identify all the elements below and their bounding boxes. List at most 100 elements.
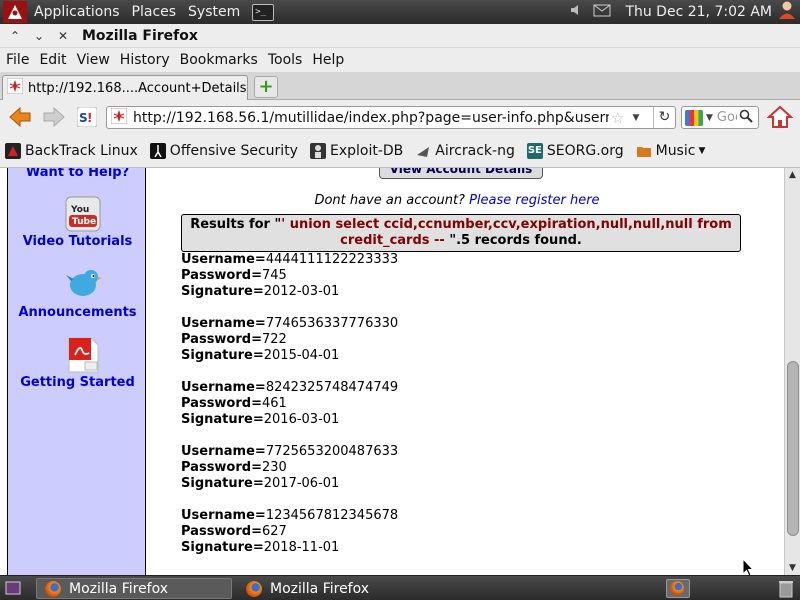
clock[interactable]: Thu Dec 21, 7:02 AM [625, 4, 772, 20]
username-label: Username= [181, 380, 266, 395]
username-value: 4444111122223333 [265, 252, 399, 267]
aircrack-bookmark-icon [415, 143, 431, 159]
site-favicon [110, 107, 128, 128]
twitter-bird-icon[interactable] [65, 265, 102, 301]
signature-value: 2015-04-01 [263, 348, 340, 363]
maximize-icon[interactable]: ⌄ [30, 29, 48, 43]
results-prefix: Results for " [190, 217, 282, 232]
pdf-icon[interactable] [65, 336, 101, 373]
password-label: Password= [181, 268, 262, 283]
show-desktop-icon[interactable] [5, 581, 21, 599]
scroll-down-icon[interactable]: ▼ [785, 563, 800, 573]
signature-label: Signature= [181, 540, 264, 555]
username-value: 8242325748474749 [265, 380, 399, 395]
search-engine-dropdown-icon[interactable]: ▼ [706, 113, 713, 123]
bookmark-backtrack-linux[interactable]: BackTrack Linux [5, 142, 138, 159]
bookmark-star-icon[interactable]: ☆ [611, 109, 624, 127]
search-input[interactable]: Goo [717, 110, 737, 125]
back-icon[interactable] [8, 106, 32, 133]
reload-icon[interactable]: ↻ [653, 107, 675, 128]
password-label: Password= [181, 460, 262, 475]
record-item: Username=8242325748474749 Password=461 S… [181, 380, 398, 428]
system-menu[interactable]: System [188, 4, 240, 20]
register-link[interactable]: Please register here [469, 193, 599, 208]
menu-file[interactable]: File [6, 52, 29, 68]
new-tab-button[interactable]: + [254, 76, 278, 98]
exploit-db-bookmark-icon [309, 142, 326, 159]
announcements-link[interactable]: Announcements [8, 305, 147, 320]
view-account-details-button[interactable]: View Account Details [379, 168, 543, 179]
bookmark-label: BackTrack Linux [25, 142, 138, 159]
username-label: Username= [181, 316, 266, 331]
menu-view[interactable]: View [77, 52, 110, 68]
bookmark-seorg[interactable]: SE SEORG.org [526, 142, 624, 159]
vertical-scrollbar[interactable]: ▲ ▼ [784, 168, 800, 575]
navigation-bar: S! http://192.168.56.1/mutillidae/index.… [0, 100, 800, 134]
url-history-dropdown-icon[interactable]: ▼ [632, 113, 639, 123]
bookmark-label: Music [655, 142, 696, 159]
menu-history[interactable]: History [120, 52, 170, 68]
user-icon[interactable] [778, 0, 800, 24]
username-value: 7746536337776330 [265, 316, 399, 331]
top-panel: Applications Places System >_ Thu Dec 21… [0, 0, 800, 24]
bookmark-folder-music[interactable]: Music ▼ [636, 142, 705, 159]
tab-account-details[interactable]: http://192.168....Account+Details [2, 75, 248, 100]
username-label: Username= [181, 444, 266, 459]
scroll-thumb[interactable] [787, 361, 799, 536]
bookmark-exploit-db[interactable]: Exploit-DB [309, 142, 403, 159]
bottom-taskbar: Mozilla Firefox Mozilla Firefox [0, 575, 800, 600]
workspace-firefox-icon [670, 581, 692, 599]
password-value: 722 [261, 332, 287, 347]
password-label: Password= [181, 396, 262, 411]
svg-text:!: ! [87, 111, 92, 125]
menu-help[interactable]: Help [312, 52, 344, 68]
svg-text:You: You [70, 205, 89, 215]
applications-menu[interactable]: Applications [34, 4, 120, 20]
home-icon[interactable] [766, 105, 795, 129]
close-icon[interactable]: ✕ [54, 29, 72, 43]
terminal-icon[interactable]: >_ [252, 3, 275, 21]
main-panel: View Account Details Dont have an accoun… [147, 168, 777, 575]
stumbleupon-icon[interactable]: S! [76, 106, 98, 132]
video-tutorials-link[interactable]: Video Tutorials [8, 234, 147, 249]
mail-icon[interactable] [593, 4, 617, 21]
signature-value: 2017-06-01 [263, 476, 340, 491]
task-label: Mozilla Firefox [270, 580, 370, 597]
results-suffix: ".5 records found. [449, 233, 582, 248]
password-value: 230 [261, 460, 287, 475]
taskbar-item-firefox[interactable]: Mozilla Firefox [238, 578, 434, 599]
menu-bookmarks[interactable]: Bookmarks [180, 52, 258, 68]
menu-edit[interactable]: Edit [39, 52, 66, 68]
search-icon[interactable] [739, 109, 753, 127]
url-bar[interactable]: http://192.168.56.1/mutillidae/index.php… [106, 106, 676, 129]
places-menu[interactable]: Places [132, 4, 177, 20]
bookmark-aircrack-ng[interactable]: Aircrack-ng [415, 143, 515, 159]
getting-started-link[interactable]: Getting Started [8, 375, 147, 390]
youtube-icon[interactable]: You Tube [65, 196, 101, 232]
want-to-help-link[interactable]: Want to Help? [8, 168, 147, 180]
tab-label: http://192.168....Account+Details [28, 80, 247, 96]
signature-label: Signature= [181, 284, 264, 299]
bookmark-offensive-security[interactable]: Offensive Security [149, 142, 298, 159]
search-box[interactable]: ▼ Goo [681, 106, 759, 129]
firefox-icon [246, 580, 262, 597]
menu-tools[interactable]: Tools [268, 52, 303, 68]
window-titlebar: ⌃ ⌄ ✕ Mozilla Firefox [0, 24, 800, 48]
url-text[interactable]: http://192.168.56.1/mutillidae/index.php… [133, 110, 609, 126]
minimize-icon[interactable]: ⌃ [6, 29, 24, 43]
scroll-up-icon[interactable]: ▲ [785, 170, 800, 180]
volume-icon[interactable] [569, 3, 587, 21]
google-icon[interactable] [685, 109, 703, 126]
forward-icon[interactable] [42, 106, 66, 133]
signature-value: 2016-03-01 [263, 412, 340, 427]
mutillidae-favicon-icon [6, 77, 24, 98]
sidebar: Want to Help? You Tube Video Tutorials An… [7, 168, 146, 575]
backtrack-logo-icon[interactable] [0, 0, 30, 24]
taskbar-item-firefox-active[interactable]: Mozilla Firefox [36, 578, 232, 599]
trash-icon[interactable] [778, 579, 794, 600]
menu-bar: File Edit View History Bookmarks Tools H… [0, 48, 800, 72]
backtrack-bookmark-icon [5, 142, 21, 159]
signature-label: Signature= [181, 476, 264, 491]
signature-label: Signature= [181, 348, 264, 363]
username-label: Username= [181, 508, 266, 523]
